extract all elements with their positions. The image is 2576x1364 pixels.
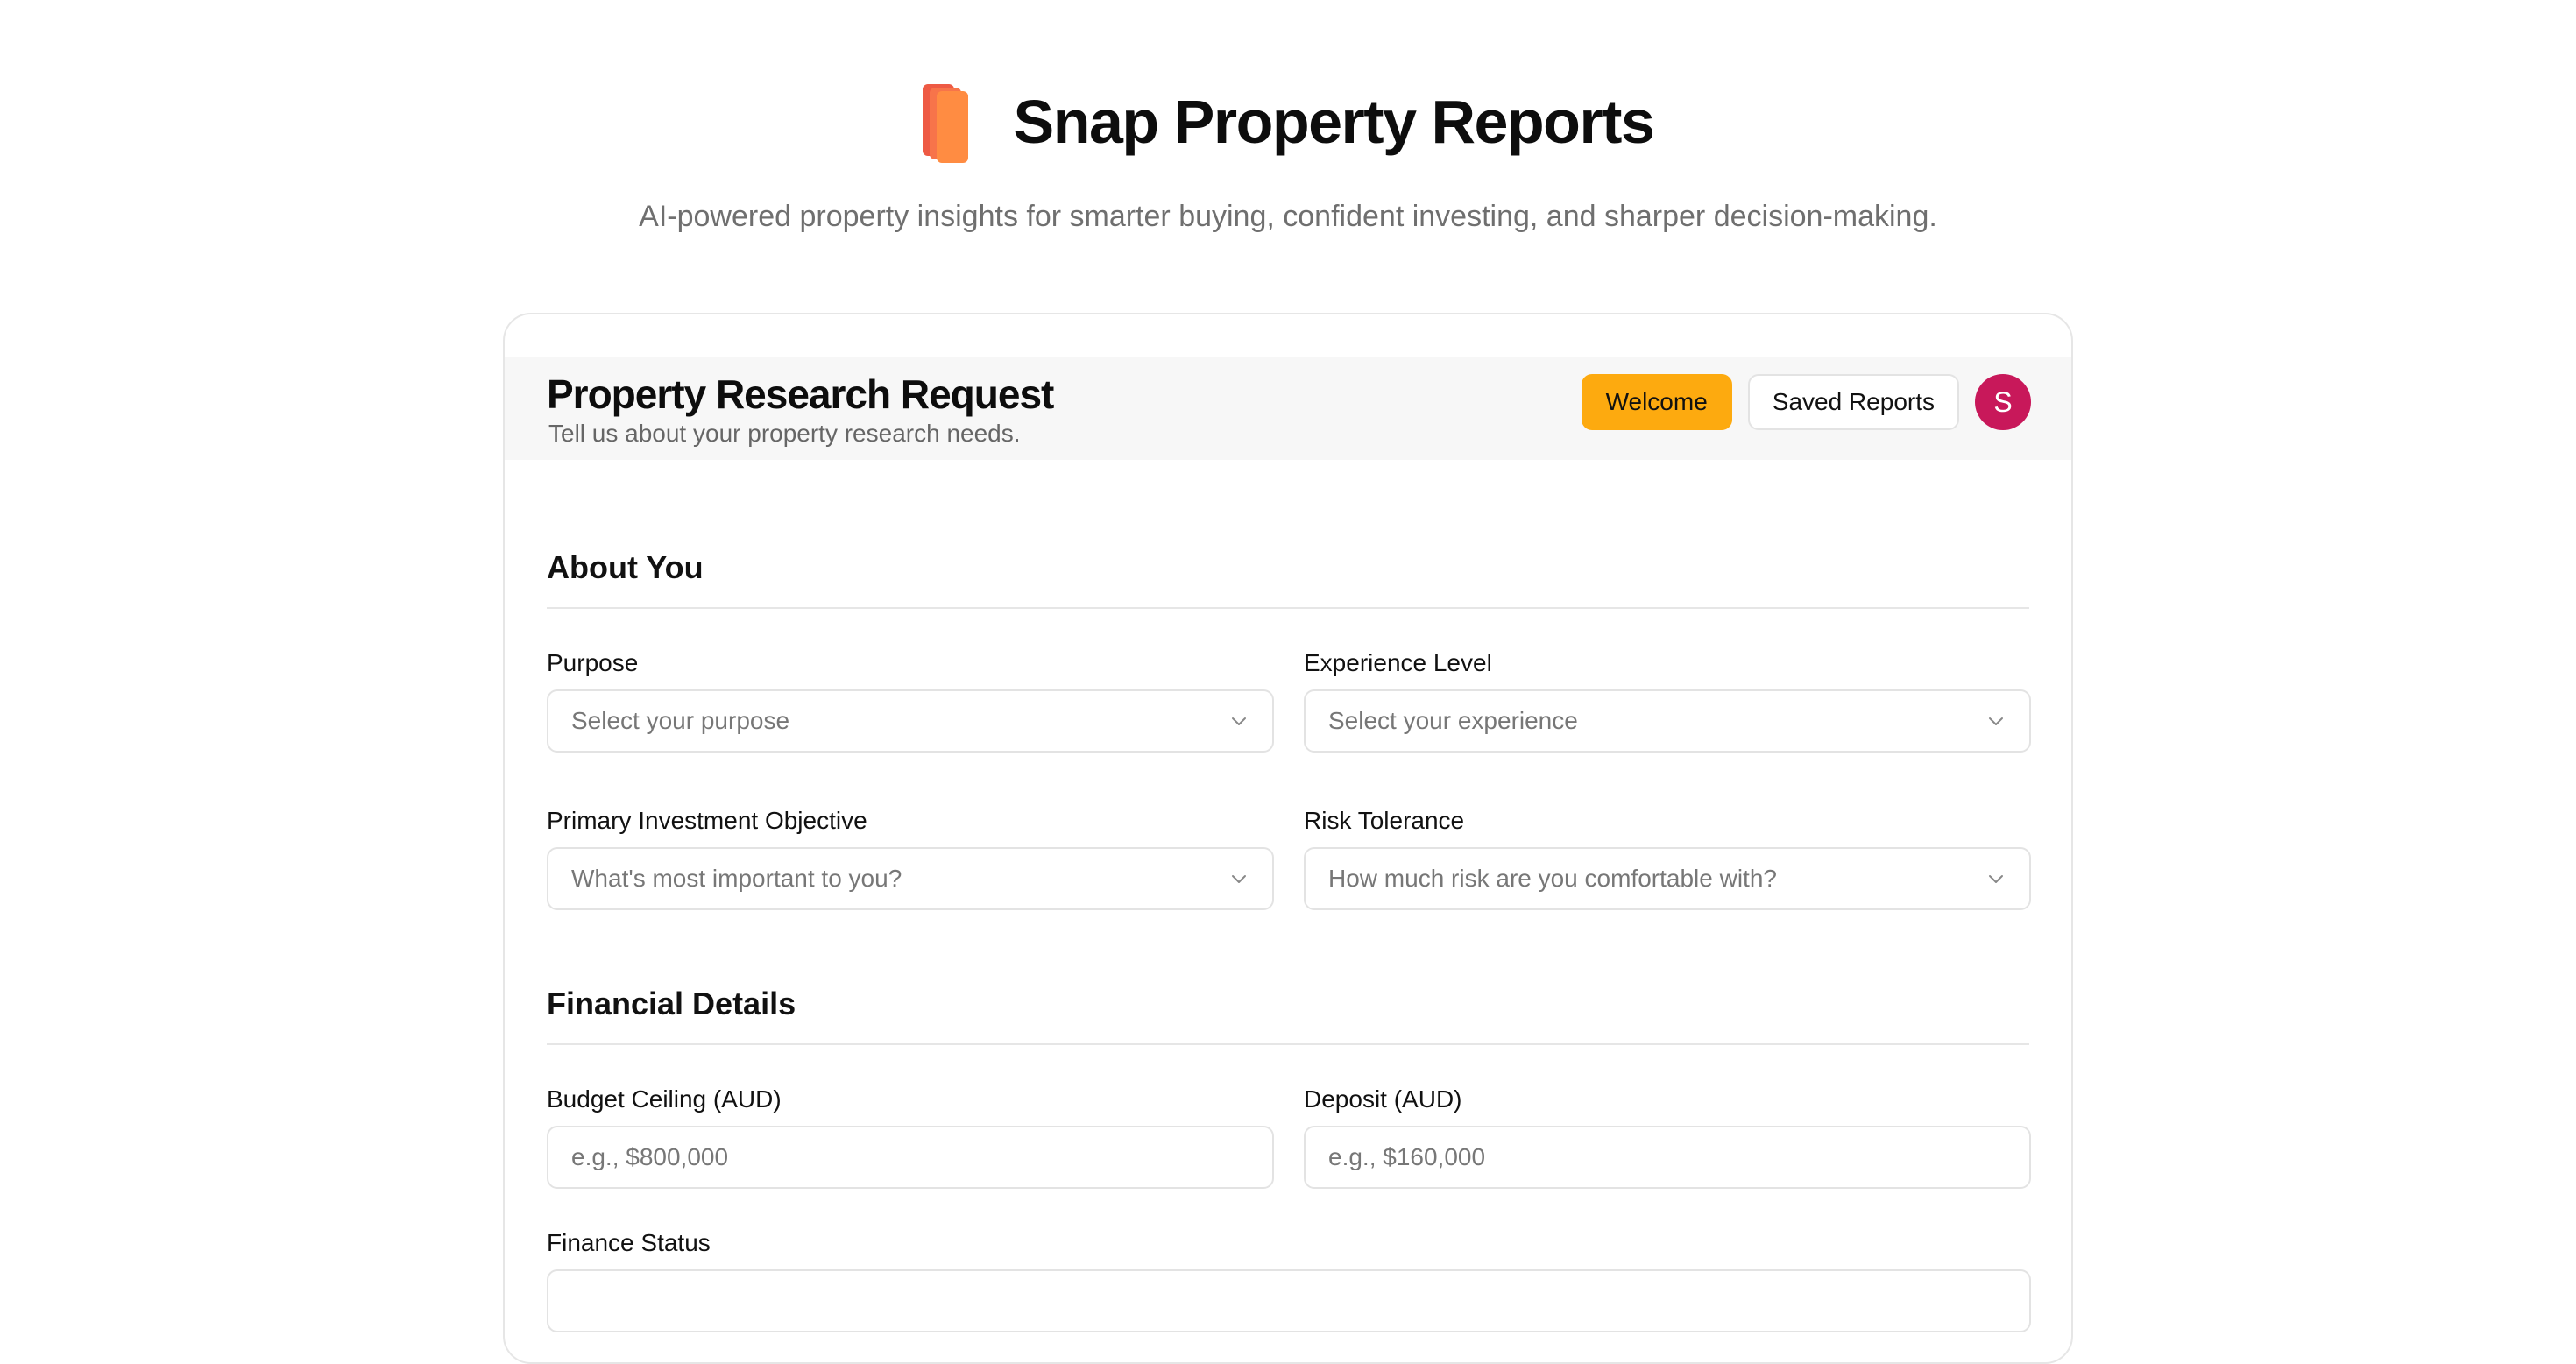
section-divider: [547, 607, 2029, 609]
budget-placeholder: e.g., $800,000: [571, 1143, 729, 1170]
chevron-down-icon: [1989, 875, 2003, 883]
page-hero: Snap Property Reports AI-powered propert…: [0, 0, 2576, 298]
app-tagline: AI-powered property insights for smarter…: [639, 200, 1937, 233]
finance-status-label: Finance Status: [547, 1229, 711, 1256]
experience-select[interactable]: Select your experience: [1304, 689, 2031, 753]
section-title-about: About You: [547, 549, 704, 585]
saved-reports-button[interactable]: Saved Reports: [1747, 374, 1959, 430]
card-title: Property Research Request: [547, 371, 1054, 417]
chevron-down-icon: [1232, 717, 1246, 725]
chevron-down-icon: [1989, 717, 2003, 725]
objective-placeholder: What's most important to you?: [571, 865, 902, 892]
finance-status-select[interactable]: [547, 1269, 2031, 1332]
experience-label: Experience Level: [1304, 649, 1492, 676]
card-subtitle: Tell us about your property research nee…: [548, 420, 1021, 447]
chevron-down-icon: [1232, 875, 1246, 883]
stacked-cards-icon: [922, 81, 970, 163]
purpose-label: Purpose: [547, 649, 639, 676]
card-header: Property Research Request Tell us about …: [505, 357, 2071, 460]
section-divider: [547, 1043, 2029, 1045]
experience-placeholder: Select your experience: [1328, 707, 1578, 734]
purpose-placeholder: Select your purpose: [571, 707, 790, 734]
welcome-button[interactable]: Welcome: [1581, 374, 1732, 430]
purpose-select[interactable]: Select your purpose: [547, 689, 1274, 753]
section-title-financial: Financial Details: [547, 986, 796, 1021]
objective-label: Primary Investment Objective: [547, 807, 867, 834]
risk-placeholder: How much risk are you comfortable with?: [1328, 865, 1777, 892]
deposit-placeholder: e.g., $160,000: [1328, 1143, 1486, 1170]
research-request-card: Property Research Request Tell us about …: [503, 313, 2073, 1364]
objective-select[interactable]: What's most important to you?: [547, 847, 1274, 910]
avatar[interactable]: S: [1975, 374, 2031, 430]
risk-select[interactable]: How much risk are you comfortable with?: [1304, 847, 2031, 910]
brand-row: Snap Property Reports: [0, 81, 2576, 163]
deposit-input[interactable]: e.g., $160,000: [1304, 1126, 2031, 1189]
budget-label: Budget Ceiling (AUD): [547, 1085, 782, 1113]
header-actions: Welcome Saved Reports S: [1581, 374, 2031, 430]
risk-label: Risk Tolerance: [1304, 807, 1465, 834]
deposit-label: Deposit (AUD): [1304, 1085, 1462, 1113]
app-title: Snap Property Reports: [1013, 88, 1655, 156]
budget-input[interactable]: e.g., $800,000: [547, 1126, 1274, 1189]
